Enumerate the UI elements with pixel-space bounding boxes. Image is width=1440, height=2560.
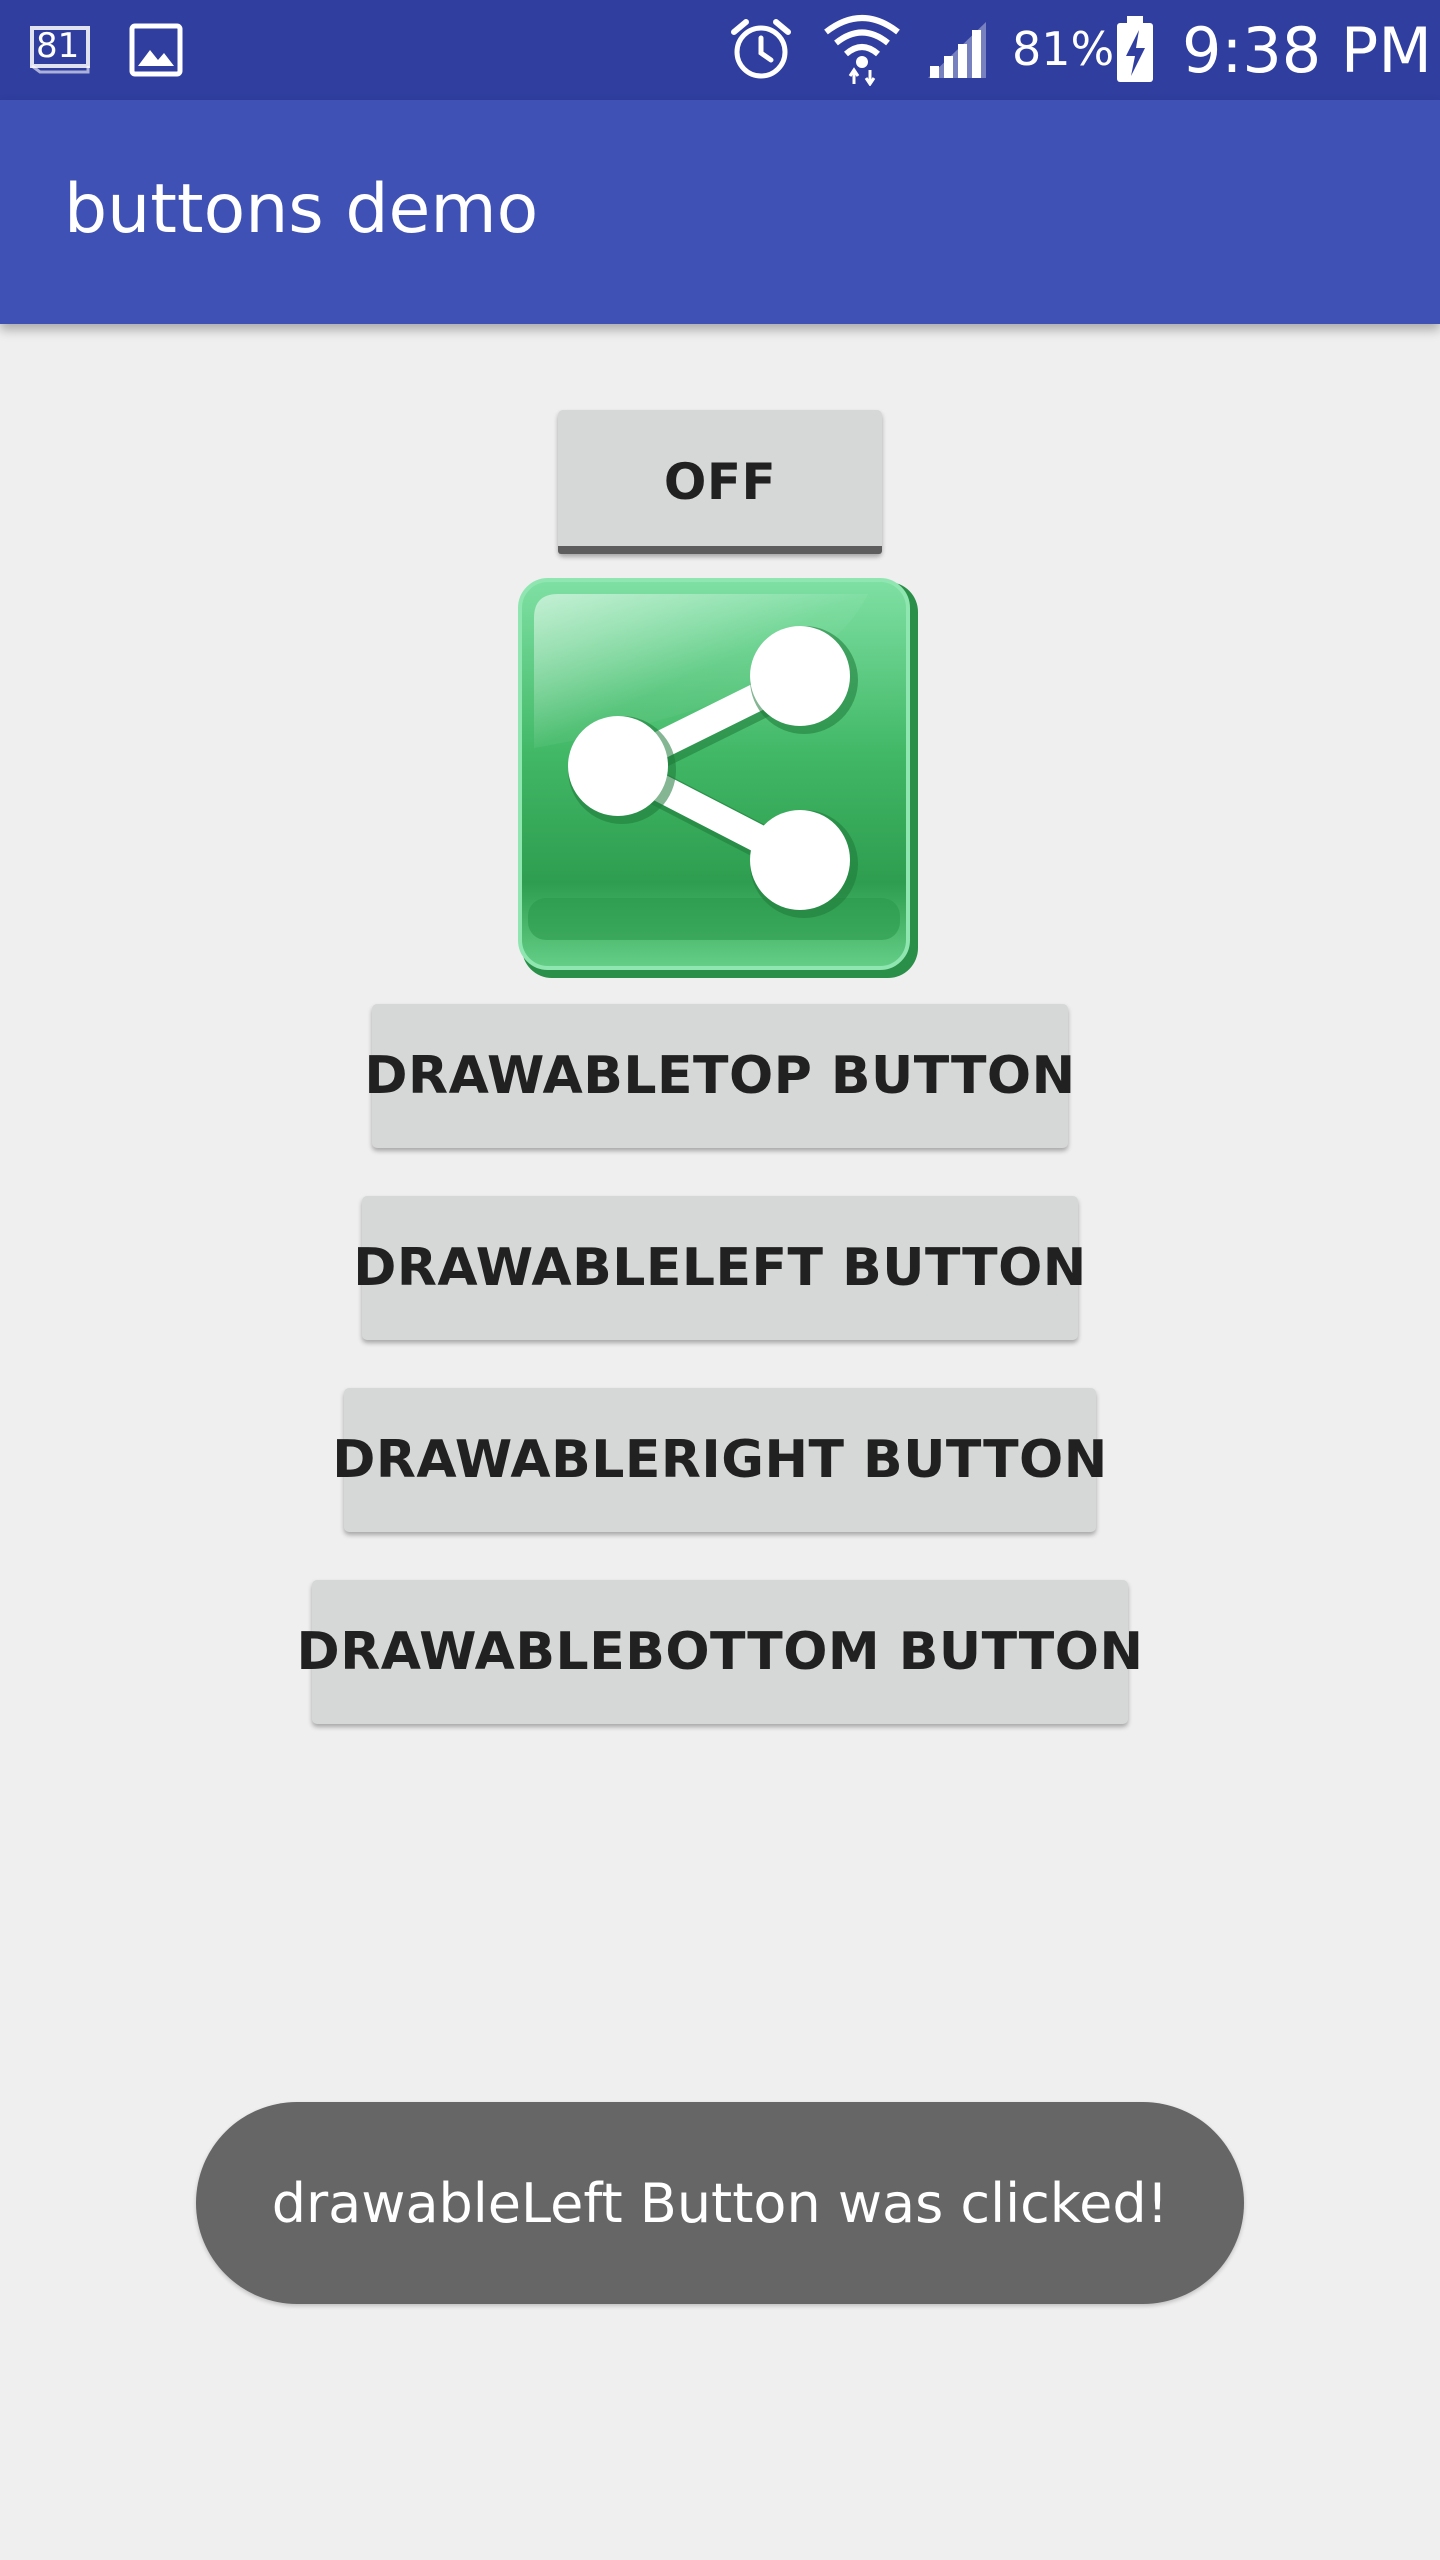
drawable-bottom-button[interactable]: DRAWABLEBOTTOM BUTTON [297,1580,1143,1724]
share-icon [518,578,918,978]
battery-charging-icon [1114,14,1156,84]
toggle-indicator [558,546,882,554]
status-time: 9:38 PM [1182,14,1432,87]
drawable-left-button-label: DRAWABLELEFT BUTTON [353,1238,1087,1298]
toggle-button-label: OFF [663,453,777,511]
calendar-81-icon: 81 [26,22,96,74]
app-title: buttons demo [64,170,539,249]
signal-icon [924,18,992,82]
calendar-badge-text: 81 [36,26,80,66]
drawable-top-button-label: DRAWABLETOP BUTTON [364,1046,1076,1106]
drawable-right-button[interactable]: DRAWABLERIGHT BUTTON [332,1388,1107,1532]
drawable-bottom-button-label: DRAWABLEBOTTOM BUTTON [296,1622,1144,1682]
alarm-icon [728,16,794,82]
toggle-button[interactable]: OFF [558,410,882,554]
drawable-top-button[interactable]: DRAWABLETOP BUTTON [364,1004,1075,1148]
wifi-icon [822,10,902,87]
toast-message: drawableLeft Button was clicked! [196,2102,1244,2304]
battery-percent: 81% [1012,22,1115,76]
share-image-button[interactable] [518,578,922,982]
toast-text: drawableLeft Button was clicked! [271,2171,1169,2235]
image-icon [128,22,184,78]
drawable-right-button-label: DRAWABLERIGHT BUTTON [332,1430,1108,1490]
drawable-left-button[interactable]: DRAWABLELEFT BUTTON [353,1196,1086,1340]
screen: 81 81% 9:38 PM buttons demo OFF DRAWABLE… [0,0,1440,2560]
status-bar: 81 81% 9:38 PM [0,0,1440,100]
app-bar: buttons demo [0,100,1440,324]
